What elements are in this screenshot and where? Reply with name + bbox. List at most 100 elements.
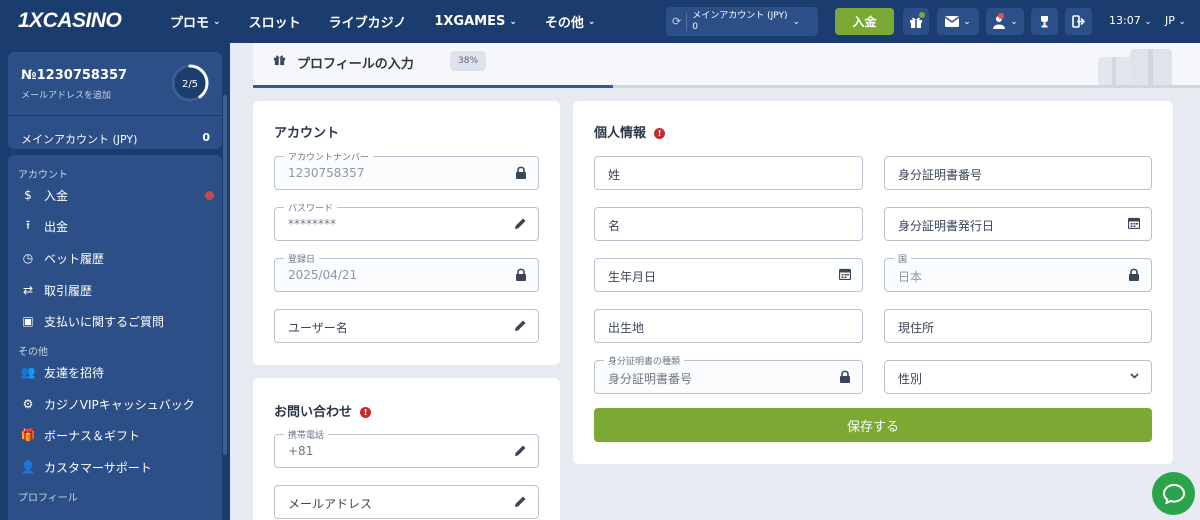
chevron-down-icon: ⌄: [587, 16, 596, 27]
sidebar-item-vip-cashback[interactable]: ⚙ カジノVIPキャッシュバック: [18, 393, 218, 415]
lock-icon: [1128, 268, 1140, 281]
personal-info-title: 個人情報!: [594, 122, 666, 141]
sidebar-item-bet-history[interactable]: ◷ ベット履歴: [18, 247, 218, 269]
notification-badge: [998, 13, 1004, 19]
birth-date-field[interactable]: 生年月日: [594, 258, 863, 292]
clock-time: 13:07 ⌄: [1109, 14, 1152, 27]
field-placeholder: 名: [608, 219, 621, 233]
nav-item-1xgames[interactable]: 1XGAMES ⌄: [434, 14, 517, 29]
field-placeholder: 生年月日: [608, 270, 657, 284]
gender-select[interactable]: 性別: [884, 360, 1152, 394]
upload-icon: ⭱: [25, 217, 31, 232]
progress-text: 2/5: [182, 79, 198, 90]
trophy-icon[interactable]: [1031, 8, 1058, 35]
sidebar-item-deposit[interactable]: $ 入金: [18, 184, 218, 206]
gift-icon[interactable]: [903, 8, 929, 35]
section-profile: プロフィール: [18, 493, 78, 504]
contact-title-text: お問い合わせ: [274, 405, 353, 420]
time-text: 13:07: [1109, 14, 1141, 27]
nav-item-other[interactable]: その他 ⌄: [545, 12, 596, 31]
main-account-value: 0: [202, 131, 210, 144]
sidebar-item-withdraw[interactable]: ⭱ 出金: [18, 215, 218, 237]
sidebar-item-transactions[interactable]: ⇄ 取引履歴: [18, 279, 218, 301]
account-card-title: アカウント: [274, 126, 340, 141]
field-placeholder: 姓: [608, 168, 621, 182]
section-account: アカウント: [18, 170, 68, 181]
account-number: №1230758357: [21, 68, 128, 83]
field-placeholder: ユーザー名: [288, 321, 348, 335]
field-placeholder: 身分証明書番号: [898, 168, 983, 182]
first-name-field[interactable]: 名: [594, 207, 863, 241]
chevron-down-icon[interactable]: ⌄: [1144, 17, 1152, 27]
progress-percent-badge: 38%: [450, 51, 487, 71]
nav-item-promo[interactable]: プロモ ⌄: [170, 12, 221, 31]
save-button[interactable]: 保存する: [594, 408, 1152, 442]
add-email-link[interactable]: メールアドレスを追加: [21, 88, 111, 101]
sidebar-item-label: ボーナス＆ギフト: [44, 428, 141, 443]
deposit-button[interactable]: 入金: [835, 8, 894, 35]
current-address-field[interactable]: 現住所: [884, 309, 1152, 343]
profile-progress-ring: 2/5: [171, 64, 209, 102]
mobile-phone-field[interactable]: 携帯電話 +81: [274, 428, 539, 468]
last-name-field[interactable]: 姓: [594, 156, 863, 190]
progress-fill: [253, 85, 613, 88]
site-logo[interactable]: 1XCASINO: [18, 9, 122, 33]
mail-icon[interactable]: ⌄: [937, 8, 979, 35]
account-selector[interactable]: ⟳ メインアカウント (JPY) 0 ⌄: [666, 7, 818, 36]
field-value: +81: [288, 444, 314, 458]
calendar-icon[interactable]: [1128, 217, 1140, 229]
chat-button[interactable]: [1152, 472, 1195, 515]
alert-icon: !: [360, 407, 372, 418]
email-field[interactable]: メールアドレス: [274, 485, 539, 519]
sidebar-item-support[interactable]: 👤 カスタマーサポート: [18, 456, 218, 478]
pencil-icon[interactable]: [514, 444, 527, 457]
field-value: 2025/04/21: [288, 268, 358, 282]
personal-title-text: 個人情報: [594, 126, 647, 141]
nav-item-slots[interactable]: スロット: [249, 12, 301, 31]
sidebar-item-invite-friends[interactable]: 👥 友達を招待: [18, 361, 218, 383]
nav-label: 1XGAMES: [434, 14, 506, 29]
nav-label: ライブカジノ: [328, 16, 407, 31]
calendar-icon[interactable]: [839, 268, 851, 280]
birth-place-field[interactable]: 出生地: [594, 309, 863, 343]
pencil-icon[interactable]: [514, 217, 527, 230]
sidebar-item-label: カジノVIPキャッシュバック: [44, 397, 195, 412]
pencil-icon[interactable]: [514, 495, 527, 508]
sidebar-item-label: 支払いに関するご質問: [44, 314, 165, 329]
chevron-down-icon: [1129, 370, 1140, 381]
username-field[interactable]: ユーザー名: [274, 309, 539, 343]
account-card: アカウント アカウントナンバー 1230758357 パスワード *******…: [253, 101, 560, 365]
country-field: 国 日本: [884, 252, 1152, 292]
field-label: 身分証明書の種類: [604, 354, 685, 367]
id-issue-date-field[interactable]: 身分証明書発行日: [884, 207, 1152, 241]
pencil-icon[interactable]: [514, 319, 527, 332]
account-balance: 0: [692, 21, 698, 32]
contact-card-title: お問い合わせ!: [274, 401, 372, 420]
field-label: 携帯電話: [284, 428, 329, 441]
alert-icon: !: [654, 128, 666, 139]
id-number-field[interactable]: 身分証明書番号: [884, 156, 1152, 190]
language-selector[interactable]: JP ⌄: [1165, 14, 1186, 27]
top-bar: 1XCASINO プロモ ⌄ スロット ライブカジノ 1XGAMES ⌄ その他 ⌄ …: [0, 0, 1200, 43]
clock-icon: ◷: [22, 251, 34, 265]
sidebar-scrollbar[interactable]: [223, 95, 227, 455]
vip-icon: ⚙: [22, 397, 34, 411]
field-label: 国: [894, 252, 912, 265]
sidebar-item-bonus-gifts[interactable]: 🎁 ボーナス＆ギフト: [18, 424, 218, 446]
sidebar-item-payment-faq[interactable]: ▣ 支払いに関するご質問: [18, 310, 218, 332]
account-label: メインアカウント (JPY): [692, 10, 788, 21]
chevron-down-icon: ⌄: [792, 16, 801, 27]
nav-item-live-casino[interactable]: ライブカジノ: [329, 12, 407, 31]
chevron-down-icon: ⌄: [963, 16, 971, 27]
sidebar-menu: アカウント $ 入金 ⭱ 出金 ◷ ベット履歴 ⇄ 取引履歴 ▣ 支払いに関する…: [8, 155, 222, 520]
dollar-icon: $: [24, 188, 32, 202]
sidebar-item-label: 出金: [44, 219, 69, 234]
refresh-icon[interactable]: ⟳: [672, 15, 681, 28]
decorative-gift-boxes: [1098, 49, 1172, 87]
logout-icon[interactable]: [1065, 8, 1092, 35]
field-placeholder: 身分証明書発行日: [898, 219, 995, 233]
user-icon[interactable]: ⌄: [986, 8, 1024, 35]
gift-icon: [273, 53, 286, 70]
divider: [686, 12, 688, 31]
password-field[interactable]: パスワード ********: [274, 201, 539, 241]
